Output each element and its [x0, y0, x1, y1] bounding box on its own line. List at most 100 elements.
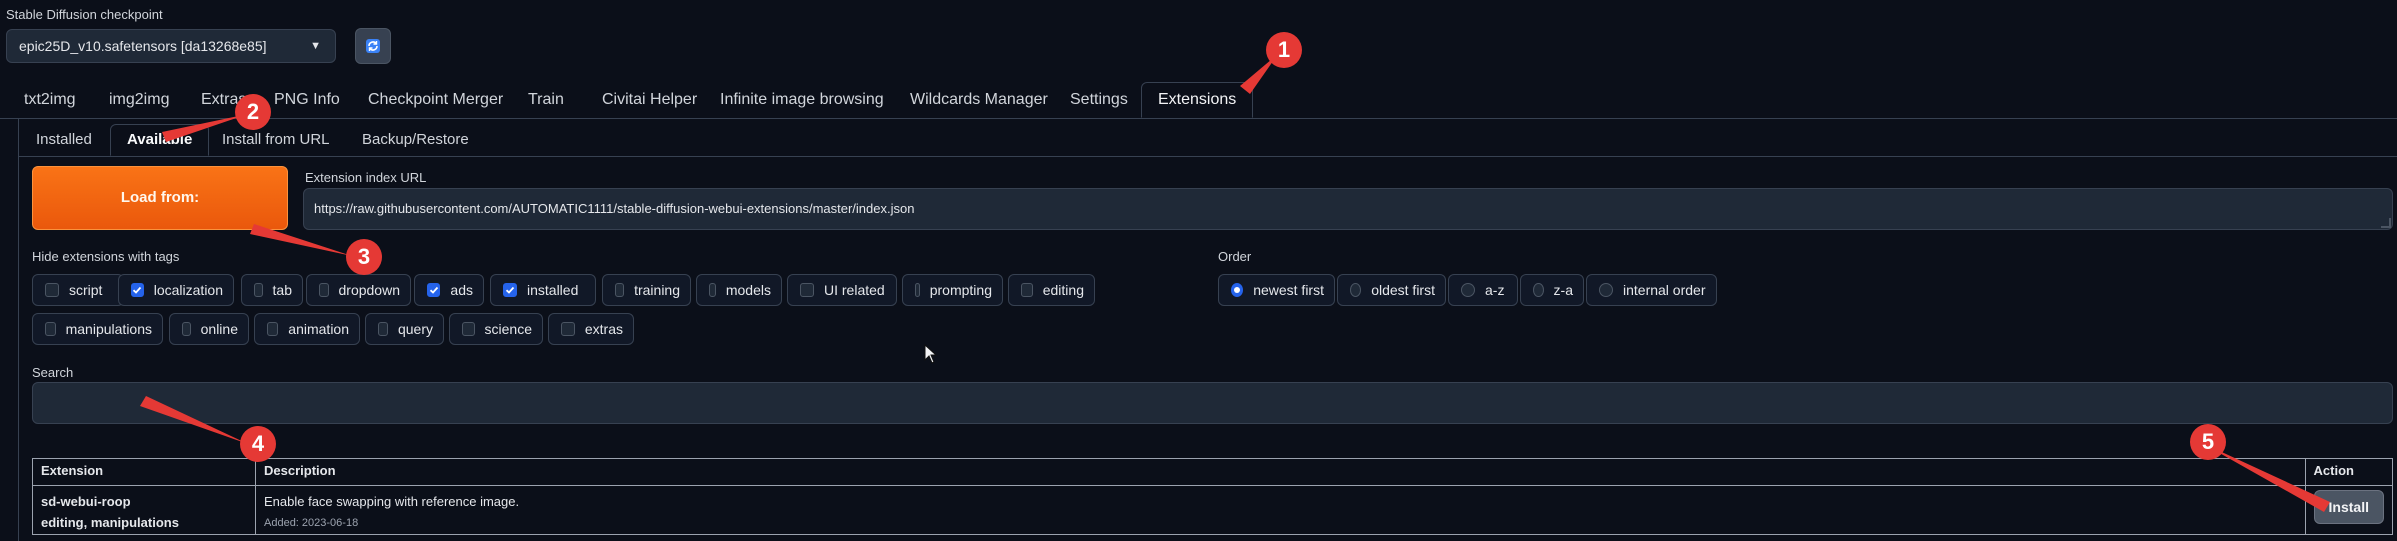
tag-label: UI related [824, 282, 885, 298]
tag-label: tab [272, 282, 292, 298]
tag-checkbox-editing[interactable]: editing [1008, 274, 1095, 306]
checkpoint-dropdown[interactable]: epic25D_v10.safetensors [da13268e85] ▼ [6, 29, 336, 63]
column-header-action: Action [2304, 458, 2394, 486]
tag-checkbox-models[interactable]: models [696, 274, 782, 306]
tag-checkbox-dropdown[interactable]: dropdown [306, 274, 411, 306]
tag-checkbox-ui-related[interactable]: UI related [787, 274, 897, 306]
tag-checkbox-animation[interactable]: animation [254, 313, 360, 345]
tab-available[interactable]: Available [110, 124, 210, 156]
tab-train[interactable]: Train [526, 82, 566, 118]
checkbox-icon[interactable] [1021, 283, 1033, 297]
tab-extensions[interactable]: Extensions [1141, 82, 1254, 118]
annotation-marker-4: 4 [240, 426, 276, 462]
checkbox-checked-icon[interactable] [427, 283, 441, 297]
extension-cell: sd-webui-roop editing, manipulations [32, 485, 256, 535]
tab-civitai-helper[interactable]: Civitai Helper [600, 82, 699, 118]
tag-checkbox-manipulations[interactable]: manipulations [32, 313, 163, 345]
order-radio-oldest-first[interactable]: oldest first [1337, 274, 1446, 306]
checkbox-icon[interactable] [915, 283, 920, 297]
checkbox-icon[interactable] [267, 322, 279, 336]
mouse-cursor-icon [924, 344, 938, 364]
tab-img2img[interactable]: img2img [107, 82, 171, 118]
tab-wildcards-manager[interactable]: Wildcards Manager [908, 82, 1050, 118]
tab-install-from-url[interactable]: Install from URL [222, 124, 330, 156]
annotation-marker-3: 3 [346, 239, 382, 275]
checkbox-icon[interactable] [800, 283, 814, 297]
tag-label: installed [527, 282, 579, 298]
radio-icon[interactable] [1461, 283, 1475, 297]
checkbox-icon[interactable] [254, 283, 263, 297]
hide-tags-label: Hide extensions with tags [32, 249, 180, 264]
extension-name-link[interactable]: sd-webui-roop [41, 494, 247, 509]
checkbox-icon[interactable] [319, 283, 329, 297]
radio-icon[interactable] [1533, 283, 1544, 297]
tag-checkbox-extras[interactable]: extras [548, 313, 634, 345]
order-label-text: oldest first [1371, 282, 1435, 298]
install-button[interactable]: Install [2313, 490, 2384, 524]
tag-checkbox-script[interactable]: script [32, 274, 124, 306]
tag-checkbox-query[interactable]: query [365, 313, 444, 345]
extension-index-url-input[interactable]: https://raw.githubusercontent.com/AUTOMA… [303, 188, 2393, 230]
table-row: sd-webui-roop editing, manipulations Ena… [32, 485, 2394, 535]
tag-checkbox-prompting[interactable]: prompting [902, 274, 1003, 306]
order-label: Order [1218, 249, 1252, 264]
resize-handle-icon[interactable] [2381, 218, 2391, 228]
tag-checkbox-online[interactable]: online [169, 313, 249, 345]
tab-png-info[interactable]: PNG Info [272, 82, 342, 118]
annotation-marker-2: 2 [235, 94, 271, 130]
tag-label: localization [153, 282, 223, 298]
refresh-icon [366, 39, 380, 53]
checkbox-icon[interactable] [709, 283, 716, 297]
order-radio-z-a[interactable]: z-a [1520, 274, 1584, 306]
tab-settings[interactable]: Settings [1068, 82, 1130, 118]
chevron-down-icon: ▼ [310, 40, 321, 52]
tag-checkbox-tab[interactable]: tab [241, 274, 303, 306]
tag-checkbox-installed[interactable]: installed [490, 274, 596, 306]
radio-icon[interactable] [1599, 283, 1613, 297]
tag-checkbox-science[interactable]: science [449, 313, 543, 345]
checkbox-checked-icon[interactable] [131, 283, 144, 297]
extensions-table: Extension Description Action sd-webui-ro… [32, 458, 2394, 535]
tab-checkpoint-merger[interactable]: Checkpoint Merger [366, 82, 505, 118]
tab-backup-restore[interactable]: Backup/Restore [362, 124, 469, 156]
tag-label: extras [584, 321, 623, 337]
order-radio-internal-order[interactable]: internal order [1586, 274, 1717, 306]
tag-label: editing [1042, 282, 1084, 298]
extension-index-url-label: Extension index URL [305, 170, 427, 185]
annotation-marker-1: 1 [1266, 32, 1302, 68]
tag-label: animation [288, 321, 349, 337]
radio-icon[interactable] [1350, 283, 1362, 297]
tag-checkbox-training[interactable]: training [602, 274, 691, 306]
column-header-extension: Extension [32, 458, 256, 486]
tab-infinite-image-browsing[interactable]: Infinite image browsing [718, 82, 886, 118]
added-date: Added: 2023-06-18 [264, 517, 359, 529]
tag-label: prompting [929, 282, 992, 298]
tag-checkbox-localization[interactable]: localization [118, 274, 234, 306]
checkbox-icon[interactable] [378, 322, 388, 336]
checkbox-icon[interactable] [561, 322, 575, 336]
extension-tags: editing, manipulations [41, 515, 179, 530]
checkbox-checked-icon[interactable] [503, 283, 517, 297]
checkbox-icon[interactable] [462, 322, 475, 336]
extension-description: Enable face swapping with reference imag… [264, 494, 520, 509]
order-label-text: internal order [1623, 282, 1706, 298]
load-from-button[interactable]: Load from: [32, 166, 288, 230]
radio-selected-icon[interactable] [1231, 283, 1244, 297]
tag-label: models [725, 282, 771, 298]
checkbox-icon[interactable] [45, 283, 59, 297]
annotation-marker-5: 5 [2190, 424, 2226, 460]
order-radio-newest-first[interactable]: newest first [1218, 274, 1335, 306]
refresh-checkpoint-button[interactable] [355, 28, 391, 64]
search-input[interactable] [32, 382, 2393, 424]
tab-installed[interactable]: Installed [36, 124, 92, 156]
checkbox-icon[interactable] [45, 322, 56, 336]
order-label-text: a-z [1485, 282, 1505, 298]
tab-txt2img[interactable]: txt2img [22, 82, 78, 118]
checkbox-icon[interactable] [615, 283, 625, 297]
checkbox-icon[interactable] [182, 322, 191, 336]
order-radio-a-z[interactable]: a-z [1448, 274, 1518, 306]
tag-label: training [634, 282, 680, 298]
tag-checkbox-ads[interactable]: ads [414, 274, 484, 306]
description-cell: Enable face swapping with reference imag… [255, 485, 2306, 535]
tag-label: manipulations [65, 321, 152, 337]
